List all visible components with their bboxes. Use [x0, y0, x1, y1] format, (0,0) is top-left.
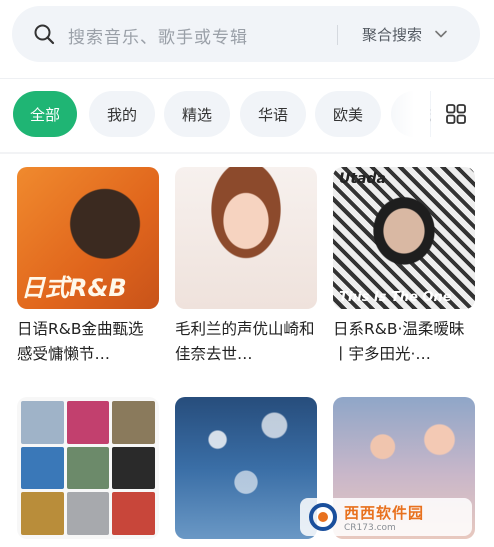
mosaic-tile	[112, 401, 155, 444]
playlist-cover	[175, 397, 317, 539]
mosaic-tile	[21, 446, 64, 490]
playlist-card[interactable]	[17, 397, 159, 539]
header-divider	[0, 78, 494, 79]
search-bar[interactable]: 搜索音乐、歌手或专辑 聚合搜索	[12, 6, 480, 62]
playlist-cover: 日式R&B	[17, 167, 159, 309]
tab-chinese[interactable]: 华语	[240, 91, 306, 137]
grid-icon	[446, 104, 466, 124]
mosaic-tile	[112, 492, 155, 535]
cover-title-text: 日式R&B	[21, 274, 127, 302]
search-icon	[34, 24, 55, 45]
tabs-fade-overlay	[378, 91, 430, 137]
mosaic-tile	[21, 492, 64, 535]
playlist-card[interactable]: 日式R&B 日语R&B金曲甄选 感受慵懒节…	[17, 167, 159, 377]
section-divider	[0, 152, 494, 154]
category-tabs: 全部 我的 精选 华语 欧美 流	[13, 91, 431, 137]
tab-western[interactable]: 欧美	[315, 91, 381, 137]
cover-artist-text: Utada	[339, 171, 386, 187]
playlist-card[interactable]	[175, 397, 317, 539]
mosaic-tile	[66, 401, 110, 444]
watermark-domain: CR173.com	[344, 522, 396, 533]
mosaic-tile	[21, 401, 64, 444]
playlist-cover: Utada This Is The One	[333, 167, 475, 309]
cover-mosaic	[21, 401, 155, 535]
playlist-cover	[17, 397, 159, 539]
search-input[interactable]: 搜索音乐、歌手或专辑	[68, 23, 248, 48]
all-categories-button[interactable]	[434, 92, 478, 136]
watermark-brand: 西西软件园	[344, 503, 425, 522]
mosaic-tile	[66, 492, 110, 535]
playlist-title: 毛利兰的声优山崎和佳奈去世…	[175, 320, 315, 363]
playlist-title: 日系R&B·温柔暧昧丨宇多田光·…	[333, 320, 465, 363]
watermark-logo: 西西软件园 CR173.com	[300, 498, 472, 536]
chevron-down-icon	[435, 30, 447, 38]
watermark-icon	[309, 503, 337, 531]
search-scope-select[interactable]: 聚合搜索	[348, 18, 448, 50]
playlist-title: 日语R&B金曲甄选 感受慵懒节…	[17, 320, 144, 363]
search-scope-label: 聚合搜索	[362, 25, 423, 44]
tab-mine[interactable]: 我的	[89, 91, 155, 137]
mosaic-tile	[66, 446, 110, 490]
tab-featured[interactable]: 精选	[164, 91, 230, 137]
playlist-cover	[175, 167, 317, 309]
playlist-card[interactable]: Utada This Is The One 日系R&B·温柔暧昧丨宇多田光·…	[333, 167, 475, 377]
mosaic-tile	[112, 446, 155, 490]
tab-all[interactable]: 全部	[13, 91, 77, 137]
search-divider	[337, 25, 338, 45]
cover-album-text: This Is The One	[339, 290, 452, 305]
playlist-card[interactable]: 毛利兰的声优山崎和佳奈去世…	[175, 167, 317, 377]
